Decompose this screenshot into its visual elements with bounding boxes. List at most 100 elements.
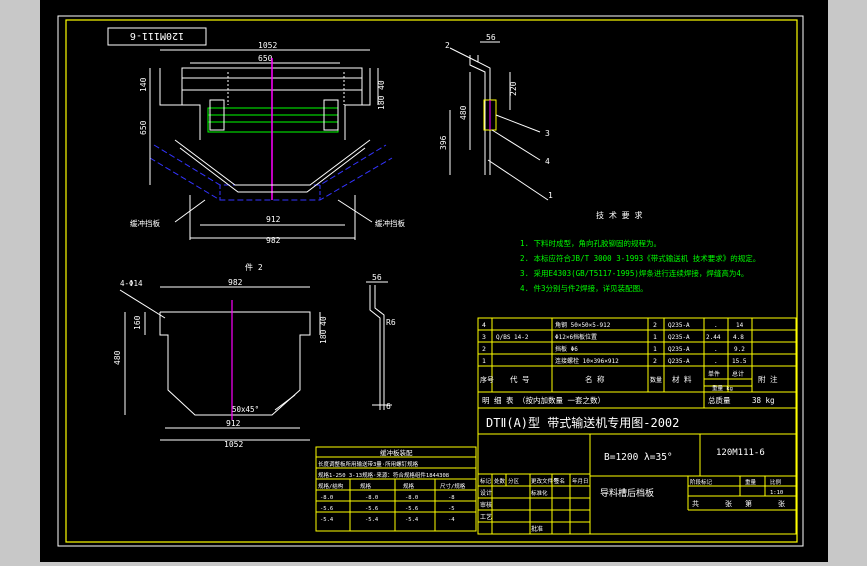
- part2-chamfer: 50x45°: [232, 405, 259, 414]
- change-label: 标记: [480, 477, 492, 485]
- dim-side-220: 220: [509, 81, 518, 96]
- parts-detail-label: 明 细 表 （按内加数量 一套之数）: [482, 395, 605, 405]
- left-table-title: 缓冲板装配: [380, 448, 413, 457]
- left-table-c: -8.0: [365, 495, 378, 501]
- drawing-no: 120M111-6: [716, 448, 765, 458]
- approval-label: 批准: [531, 525, 543, 533]
- part-name: 导料槽后档板: [600, 487, 654, 499]
- dim-side-56: 56: [486, 33, 496, 42]
- part2-dim-912: 912: [226, 419, 241, 428]
- left-table-c: -5.4: [320, 517, 334, 523]
- left-table-c: -5: [448, 506, 455, 512]
- left-table-row-1: 长度调整板所用输送带3量·所用螺钉规格: [318, 460, 419, 468]
- left-table-c: -5.6: [405, 506, 418, 512]
- cell: 4: [482, 321, 486, 329]
- dim-bottom-982: 982: [266, 236, 281, 245]
- left-table-c: -8.0: [320, 495, 333, 501]
- cell: 2.44: [706, 334, 721, 341]
- left-table-c: -8: [448, 495, 455, 501]
- cell: Q235-A: [668, 346, 690, 353]
- change-label: 签名: [554, 477, 565, 485]
- left-table-c: -8.0: [405, 495, 418, 501]
- balloon-2: 2: [445, 41, 450, 50]
- cell: .: [714, 358, 718, 365]
- cell: Q235-A: [668, 358, 690, 365]
- label-buffer-right: 缓冲挡板: [375, 218, 405, 228]
- stage-label: 重量: [745, 478, 757, 486]
- dim-top-1052: 1052: [258, 41, 277, 50]
- approval-label: 工艺: [480, 513, 492, 521]
- part2-holes: 4-Φ14: [120, 279, 143, 288]
- left-table-c: -5.6: [365, 506, 378, 512]
- cell: 14: [736, 322, 744, 329]
- dim-right-180: 180: [377, 95, 386, 110]
- tech-line-2: 2. 本标应符合JB/T 3000 3-1993《带式输送机 技术要求》的规定。: [520, 253, 760, 263]
- balloon-1: 1: [548, 191, 553, 200]
- part2-dim-1052: 1052: [224, 440, 243, 449]
- cell: 2: [482, 345, 486, 353]
- total-weight-label: 总质量: [708, 395, 731, 405]
- left-table-c: -5.4: [405, 517, 419, 523]
- total-weight-value: 38 kg: [752, 396, 775, 405]
- tech-line-4: 4. 件3分别与件2焊接，详见装配图。: [520, 283, 648, 293]
- part2-dim-160: 160: [133, 315, 142, 330]
- cell: 角钢 50×50×5-912: [555, 321, 611, 329]
- cell: 9.2: [734, 346, 745, 353]
- header-cell: 序号: [480, 375, 494, 384]
- dim-left-140: 140: [139, 77, 148, 92]
- header-cell: 重量 kg: [712, 384, 733, 392]
- cell: 1: [653, 333, 657, 341]
- dim-side-480: 480: [459, 105, 468, 120]
- approval-label: 审核: [480, 501, 492, 509]
- balloon-3: 3: [545, 129, 550, 138]
- stage-label: 阶段标记: [690, 478, 713, 486]
- dim-left-650: 650: [139, 120, 148, 135]
- part2-dim-180: 180: [319, 329, 328, 344]
- left-table-h4: 尺寸/规格: [440, 482, 466, 490]
- dim-right-40: 40: [377, 80, 386, 90]
- part2-dim-480: 480: [113, 350, 122, 365]
- change-label: 年月日: [572, 477, 589, 485]
- dim-side-396: 396: [439, 135, 448, 150]
- cell: 4.8: [733, 334, 744, 341]
- dim-top-650: 650: [258, 54, 273, 63]
- cell: 1: [653, 345, 657, 353]
- sheet-label: 共: [692, 499, 699, 508]
- stage-label: 比例: [770, 478, 782, 486]
- header-cell: 总计: [732, 370, 744, 378]
- part2-side-6: 6: [386, 402, 391, 411]
- cell: Q/BS 14-2: [496, 334, 529, 341]
- header-cell: 材 料: [672, 374, 692, 384]
- header-cell: 代 号: [510, 374, 530, 384]
- cell: 2: [653, 321, 657, 329]
- spec-text: B=1200 λ=35°: [604, 452, 673, 463]
- left-table-c: -5.4: [365, 517, 379, 523]
- part2-side-56: 56: [372, 273, 382, 282]
- cell: 1: [482, 357, 486, 365]
- left-table-h3: 规格: [403, 482, 415, 490]
- drawing-svg[interactable]: 120M111-6 1052 650 140 650 40 180 912 98…: [0, 0, 867, 562]
- cad-viewport[interactable]: 120M111-6 1052 650 140 650 40 180 912 98…: [0, 0, 867, 562]
- tech-line-1: 1. 下料时成型，角向孔胶铆固的规程为。: [520, 238, 661, 248]
- cell: 2: [653, 357, 657, 365]
- cell: 挡板 Φ6: [555, 345, 578, 353]
- series-title: DTⅡ(A)型 带式输送机专用图-2002: [486, 415, 679, 430]
- cell: 3: [482, 333, 486, 341]
- header-cell: 单件: [708, 370, 720, 378]
- part2-side-r6: R6: [386, 318, 396, 327]
- approval-label: 标准化: [531, 489, 548, 497]
- balloon-4: 4: [545, 157, 550, 166]
- sheet-label: 张: [778, 499, 785, 508]
- left-table-c: -5.6: [320, 506, 333, 512]
- left-table-h2: 规格: [360, 482, 372, 490]
- cell: 连接螺栓 10×396×912: [555, 357, 619, 365]
- left-table-h1: 规格/结构: [318, 482, 344, 490]
- part2-title: 件 2: [245, 262, 263, 272]
- tech-title: 技 术 要 求: [596, 210, 642, 220]
- approval-label: 设计: [480, 489, 492, 497]
- header-cell: 数量: [650, 376, 662, 384]
- left-table-c: -4: [448, 517, 455, 523]
- change-label: 分区: [508, 477, 520, 485]
- part2-dim-40: 40: [319, 316, 328, 326]
- cell: Q235-A: [668, 334, 690, 341]
